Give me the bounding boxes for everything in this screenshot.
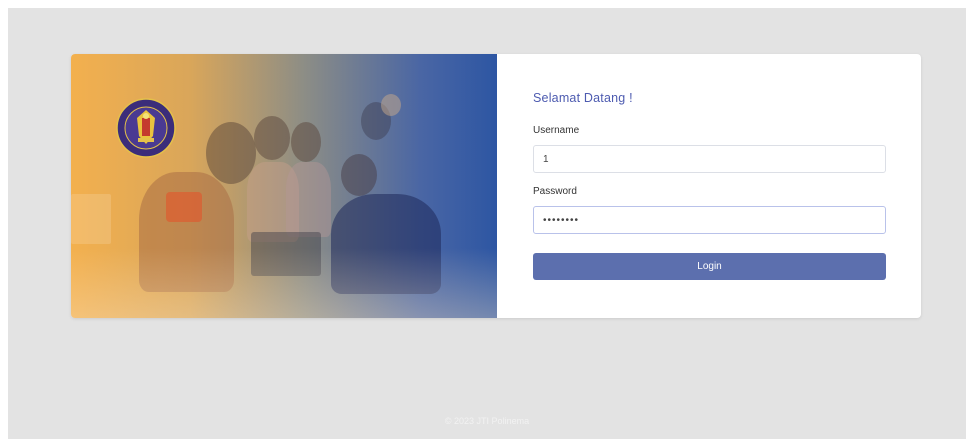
password-label: Password — [533, 186, 577, 197]
hero-shade — [71, 248, 497, 318]
welcome-title: Selamat Datang ! — [533, 91, 633, 105]
polinema-logo — [116, 98, 176, 158]
footer-copyright: © 2023 JTI Polinema — [444, 416, 530, 426]
username-input[interactable] — [533, 145, 886, 173]
login-button[interactable]: Login — [533, 253, 886, 280]
username-label: Username — [533, 125, 580, 136]
password-input[interactable] — [533, 206, 886, 234]
login-form: Selamat Datang ! Username Password Login — [497, 54, 921, 318]
login-card: Selamat Datang ! Username Password Login — [71, 54, 921, 318]
hero-image — [71, 54, 497, 318]
